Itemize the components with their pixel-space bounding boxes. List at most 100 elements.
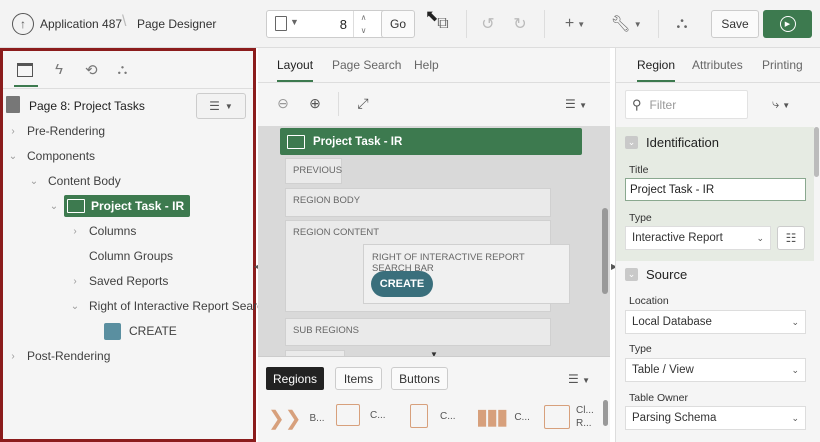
identification-header[interactable]: ⌄ Identification — [625, 135, 719, 150]
gallery-item[interactable]: C... — [336, 404, 386, 426]
title-input[interactable]: Project Task - IR — [625, 178, 806, 201]
tab-help[interactable]: Help — [414, 58, 439, 72]
breadcrumb-separator: \ — [122, 13, 127, 30]
zoom-in-icon[interactable]: ⊕ — [305, 93, 325, 113]
home-icon[interactable]: ↑ — [12, 13, 34, 35]
location-select[interactable]: Local Database ⌄ — [625, 310, 806, 334]
rendering-tree-panel: ϟ ⟲ ⛬ Page 8: Project Tasks ☰ ▼ › Pre-Ren… — [0, 48, 270, 442]
rendering-tab-icon[interactable] — [17, 62, 33, 77]
expand-icon[interactable]: ⤢ — [353, 93, 373, 113]
tree-node-pre-rendering[interactable]: › Pre-Rendering — [7, 120, 105, 142]
gallery-tab-items[interactable]: Items — [335, 367, 382, 390]
tree-label: Project Task - IR — [91, 199, 185, 213]
shared-components-icon[interactable]: ⧉ — [432, 14, 454, 34]
button-icon — [104, 322, 121, 340]
chevron-down-icon[interactable]: ▼ — [290, 17, 299, 27]
gallery-tab-regions[interactable]: Regions — [266, 367, 324, 390]
type-select[interactable]: Interactive Report ⌄ — [625, 226, 771, 250]
position-previous[interactable]: PREVIOUS — [285, 158, 342, 184]
caret-down-icon: ⌄ — [29, 175, 39, 187]
chevron-down-icon: ⌄ — [791, 412, 799, 423]
undo-icon[interactable]: ↺ — [478, 14, 498, 34]
create-menu-icon[interactable]: + ▼ — [560, 14, 590, 34]
table-owner-select[interactable]: Parsing Schema ⌄ — [625, 406, 806, 430]
region-title: Project Task - IR — [313, 135, 403, 148]
tree-node-components[interactable]: ⌄ Components — [7, 145, 95, 167]
tree-node-content-body[interactable]: ⌄ Content Body — [28, 170, 121, 192]
tree-label: Right of Interactive Report Search — [89, 299, 270, 313]
page-number-input[interactable]: 8 — [325, 17, 347, 32]
tree-node-saved-reports[interactable]: › Saved Reports — [69, 270, 168, 292]
redo-icon[interactable]: ↻ — [510, 14, 530, 34]
tree-menu-button[interactable]: ☰ ▼ — [196, 93, 246, 119]
chevron-down-icon: ▼ — [224, 101, 233, 111]
processing-tab-icon[interactable]: ⟲ — [85, 61, 98, 79]
layout-menu-button[interactable]: ☰ ▼ — [565, 97, 587, 111]
tree-node-project-task-ir[interactable]: ⌄ Project Task - IR — [48, 195, 191, 217]
filter-placeholder: Filter — [649, 97, 677, 112]
page-icon[interactable] — [275, 16, 287, 31]
position-region-body[interactable]: REGION BODY — [285, 188, 551, 217]
page-title[interactable]: Page 8: Project Tasks — [29, 99, 145, 113]
tree-node-column-groups[interactable]: Column Groups — [89, 245, 173, 267]
layout-canvas[interactable]: Project Task - IR PREVIOUS REGION BODY R… — [258, 126, 610, 356]
gallery-item[interactable]: ❯❯ B... — [268, 406, 325, 431]
tree-node-right-of-search[interactable]: ⌄ Right of Interactive Report Search — [69, 295, 270, 317]
selected-region[interactable]: Project Task - IR — [64, 195, 191, 217]
tab-region[interactable]: Region — [637, 58, 676, 82]
tree-label: Post-Rendering — [27, 349, 111, 363]
tree-node-columns[interactable]: › Columns — [69, 220, 136, 242]
gallery-scrollbar[interactable] — [603, 400, 608, 426]
go-button[interactable]: Go — [381, 10, 415, 38]
tab-printing[interactable]: Printing — [762, 58, 803, 72]
source-type-select[interactable]: Table / View ⌄ — [625, 358, 806, 382]
shared-components-tab-icon[interactable]: ⛬ — [118, 61, 128, 78]
tree-label: Saved Reports — [89, 274, 169, 288]
collapse-icon: ⌄ — [625, 268, 638, 281]
gallery-menu-button[interactable]: ☰ ▼ — [568, 372, 590, 386]
filter-input[interactable]: ⚲ Filter — [625, 90, 748, 119]
classic-report-icon — [544, 405, 570, 429]
gallery-label: Cl... — [576, 405, 594, 416]
property-scrollbar[interactable] — [814, 127, 819, 177]
utilities-wrench-icon[interactable]: 🔧︎ ▼ — [610, 14, 642, 34]
app-name-link[interactable]: Application 487 — [40, 17, 122, 31]
report-icon — [67, 199, 85, 213]
caret-right-icon: › — [73, 225, 77, 237]
calendar-icon — [336, 404, 360, 426]
region-content-label: REGION CONTENT — [293, 227, 380, 238]
tree-node-create-button[interactable]: CREATE — [104, 320, 177, 342]
tree-label: Pre-Rendering — [27, 124, 106, 138]
save-button[interactable]: Save — [711, 10, 759, 38]
run-button[interactable]: ▶ — [763, 10, 812, 38]
go-to-group-button[interactable]: ⤷ ▼ — [772, 96, 790, 112]
zoom-out-icon[interactable]: ⊖ — [273, 93, 293, 113]
team-dev-icon[interactable]: ⛬ — [672, 14, 692, 34]
canvas-scrollbar[interactable] — [602, 208, 608, 294]
gallery-label: R... — [576, 418, 592, 429]
tree-node-post-rendering[interactable]: › Post-Rendering — [7, 345, 110, 367]
tab-page-search[interactable]: Page Search — [332, 58, 401, 72]
list-icon: ☷ — [785, 231, 797, 245]
stepper[interactable]: ∧ ∨ — [353, 11, 373, 37]
caret-down-icon: ⌄ — [8, 150, 18, 162]
gallery-divider — [258, 356, 610, 357]
list-options-button[interactable]: ☷ — [777, 226, 805, 250]
dynamic-actions-tab-icon[interactable]: ϟ — [55, 61, 63, 78]
collapse-icon: ⌄ — [625, 136, 638, 149]
tab-attributes[interactable]: Attributes — [692, 58, 743, 72]
region-header[interactable]: Project Task - IR — [280, 128, 582, 155]
chart-icon: ▮▮▮ — [476, 404, 508, 429]
rendering-tab-underline — [14, 85, 38, 87]
gallery-item[interactable]: C... — [410, 404, 456, 428]
caret-down-icon: ⌄ — [49, 200, 59, 212]
gallery-item[interactable]: Cl... R... — [544, 404, 594, 430]
source-header[interactable]: ⌄ Source — [625, 267, 687, 282]
tab-divider — [258, 82, 610, 83]
tab-layout[interactable]: Layout — [277, 58, 314, 82]
gallery-label: C... — [440, 410, 456, 422]
gallery-item[interactable]: ▮▮▮ C... — [476, 404, 530, 430]
gallery-tab-buttons[interactable]: Buttons — [391, 367, 448, 390]
create-button[interactable]: CREATE — [371, 271, 433, 297]
position-sub-regions[interactable]: SUB REGIONS — [285, 318, 551, 346]
